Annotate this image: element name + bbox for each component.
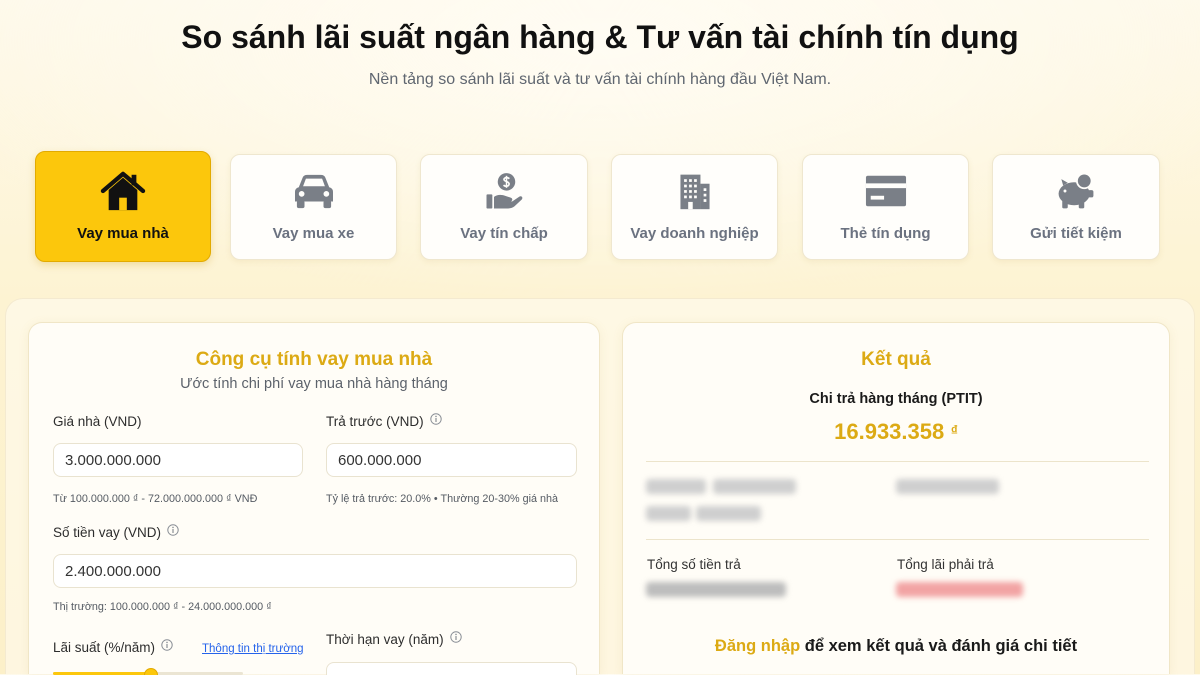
down-payment-input[interactable] [326, 443, 577, 477]
page-title: So sánh lãi suất ngân hàng & Tư vấn tài … [181, 19, 1019, 55]
credit-card-icon [865, 171, 907, 211]
blurred-total-paid [646, 582, 786, 597]
loan-amount-input[interactable] [53, 554, 577, 588]
house-price-label: Giá nhà (VND) [53, 413, 142, 431]
tab-business-loan[interactable]: Vay doanh nghiệp [611, 154, 778, 260]
house-price-label-text: Giá nhà (VND) [53, 414, 142, 429]
tab-label: Vay mua nhà [77, 224, 169, 242]
login-prompt: Đăng nhập để xem kết quả và đánh giá chi… [623, 636, 1169, 656]
info-icon[interactable] [161, 639, 173, 651]
info-icon[interactable] [429, 413, 442, 425]
tab-credit-card[interactable]: Thẻ tín dụng [802, 154, 969, 260]
down-payment-hint: Tỷ lệ trả trước: 20.0% • Thường 20-30% g… [326, 493, 559, 505]
blurred-value [646, 506, 691, 521]
loan-term-input[interactable] [326, 662, 577, 675]
tab-unsecured-loan[interactable]: Vay tín chấp [420, 154, 588, 260]
currency-symbol: ₫ [950, 422, 958, 438]
total-interest-label: Tổng lãi phải trả [897, 557, 994, 572]
market-info-link[interactable]: Thông tin thị trường [202, 641, 304, 657]
blurred-value [896, 479, 999, 494]
tab-home-loan[interactable]: Vay mua nhà [35, 151, 211, 262]
loan-amount-hint: Thị trường: 100.000.000 ₫ - 24.000.000.0… [53, 601, 272, 613]
tab-label: Vay tín chấp [460, 225, 548, 242]
blurred-value [713, 479, 796, 494]
tab-label: Thẻ tín dụng [840, 225, 931, 242]
result-title: Kết quả [861, 349, 931, 370]
divider [646, 461, 1149, 462]
interest-rate-label-text: Lãi suất (%/năm) [53, 640, 156, 655]
blurred-total-interest [896, 582, 1023, 597]
calculator-subtitle: Ước tính chi phí vay mua nhà hàng tháng [180, 376, 448, 392]
piggy-bank-icon [1054, 171, 1098, 211]
login-link[interactable]: Đăng nhập [715, 637, 800, 655]
login-prompt-text: để xem kết quả và đánh giá chi tiết [800, 637, 1078, 655]
blurred-value [646, 479, 706, 494]
monthly-payment-label: Chi trả hàng tháng (PTIT) [809, 391, 983, 407]
house-price-input[interactable] [53, 443, 303, 477]
info-icon[interactable] [449, 631, 462, 643]
loan-term-label: Thời hạn vay (năm) [326, 631, 462, 649]
blurred-value [696, 506, 761, 521]
info-icon[interactable] [167, 524, 179, 536]
tab-car-loan[interactable]: Vay mua xe [230, 154, 397, 260]
monthly-payment-value: 16.933.358 [834, 419, 945, 444]
result-card: Kết quả Chi trả hàng tháng (PTIT) 16.933… [622, 322, 1170, 674]
down-payment-label: Trả trước (VND) [326, 413, 442, 431]
tab-savings[interactable]: Gửi tiết kiệm [992, 154, 1160, 260]
house-price-hint: Từ 100.000.000 ₫ - 72.000.000.000 ₫ VNĐ [53, 493, 258, 505]
loan-amount-label-text: Số tiền vay (VND) [53, 525, 162, 540]
tab-label: Gửi tiết kiệm [1030, 225, 1122, 242]
total-paid-label: Tổng số tiền trả [647, 557, 741, 572]
tab-label: Vay doanh nghiệp [630, 225, 759, 242]
page-subtitle: Nền tảng so sánh lãi suất và tư vấn tài … [368, 71, 832, 88]
car-icon [291, 171, 337, 211]
down-payment-label-text: Trả trước (VND) [326, 414, 424, 429]
monthly-payment: 16.933.358 ₫ [623, 416, 1169, 449]
loan-calculator-card: Công cụ tính vay mua nhà Ước tính chi ph… [28, 322, 600, 675]
tab-label: Vay mua xe [272, 225, 355, 242]
interest-rate-label: Lãi suất (%/năm) [53, 639, 173, 657]
loan-term-label-text: Thời hạn vay (năm) [326, 632, 444, 647]
calculator-title: Công cụ tính vay mua nhà [195, 349, 433, 370]
hand-coin-icon [484, 171, 524, 211]
loan-amount-label: Số tiền vay (VND) [53, 524, 179, 542]
house-icon [100, 171, 146, 211]
divider [646, 539, 1149, 540]
building-icon [676, 171, 714, 211]
